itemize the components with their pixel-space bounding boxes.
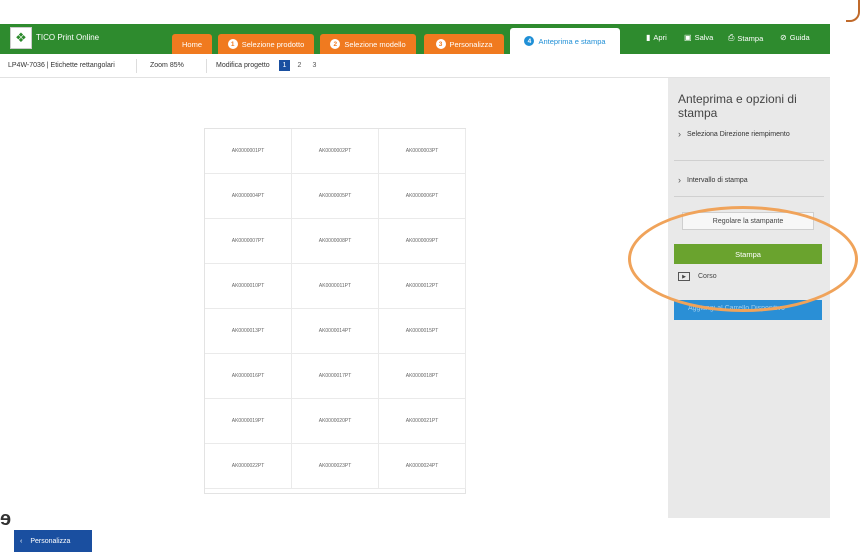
- label-cell[interactable]: AK0000003PT: [379, 129, 466, 174]
- label-cell[interactable]: AK0000006PT: [379, 174, 466, 219]
- save-button[interactable]: ▣ Salva: [684, 33, 713, 42]
- label-cell[interactable]: AK0000023PT: [292, 444, 379, 489]
- tab-selezione-prodotto[interactable]: 1 Selezione prodotto: [218, 34, 314, 54]
- page-button-3[interactable]: 3: [309, 60, 320, 71]
- panel-title: Anteprima e opzioni di stampa: [678, 92, 797, 120]
- help-icon: ⊘: [780, 33, 787, 42]
- label-cell[interactable]: AK0000007PT: [205, 219, 292, 264]
- tab-label: Personalizza: [449, 39, 493, 49]
- chevron-right-icon: ›: [678, 129, 681, 139]
- decorative-corner: [846, 0, 860, 22]
- label-cell[interactable]: AK0000017PT: [292, 354, 379, 399]
- label-cell[interactable]: AK0000010PT: [205, 264, 292, 309]
- step-number-badge: 3: [435, 39, 446, 49]
- highlight-annotation: [628, 206, 858, 312]
- step-number-badge: 4: [524, 36, 535, 46]
- label-cell[interactable]: AK0000005PT: [292, 174, 379, 219]
- tab-home[interactable]: Home: [172, 34, 212, 54]
- tab-label: Selezione prodotto: [241, 39, 305, 49]
- folder-icon: ▮: [646, 33, 651, 42]
- label-cell[interactable]: AK0000016PT: [205, 354, 292, 399]
- label-cell[interactable]: AK0000004PT: [205, 174, 292, 219]
- label-cell[interactable]: AK0000011PT: [292, 264, 379, 309]
- label-cell[interactable]: AK0000015PT: [379, 309, 466, 354]
- print-top-button[interactable]: ⎙ Stampa: [728, 33, 763, 43]
- save-icon: ▣: [684, 33, 692, 42]
- label-cell[interactable]: AK0000018PT: [379, 354, 466, 399]
- page-button-1[interactable]: 1: [279, 60, 290, 71]
- divider: [136, 59, 137, 73]
- step-number-badge: 1: [227, 39, 238, 49]
- app-title: TICO Print Online: [36, 33, 100, 42]
- back-label: Personalizza: [30, 537, 71, 545]
- tab-label: Selezione modello: [344, 39, 406, 49]
- top-bar: ❖ TICO Print Online Home 1 Selezione pro…: [0, 24, 830, 54]
- label-cell[interactable]: AK0000002PT: [292, 129, 379, 174]
- label-cell[interactable]: AK0000009PT: [379, 219, 466, 264]
- print-top-label: Stampa: [737, 33, 764, 43]
- chevron-left-icon: ‹: [20, 537, 23, 545]
- label-cell[interactable]: AK0000021PT: [379, 399, 466, 444]
- label-cell[interactable]: AK0000001PT: [205, 129, 292, 174]
- label-cell[interactable]: AK0000014PT: [292, 309, 379, 354]
- open-label: Apri: [653, 33, 667, 42]
- divider: [674, 160, 824, 161]
- tab-personalizza[interactable]: 3 Personalizza: [424, 34, 504, 54]
- label-cell[interactable]: AK0000022PT: [205, 444, 292, 489]
- help-label: Guida: [789, 33, 810, 42]
- label-cell[interactable]: AK0000012PT: [379, 264, 466, 309]
- option-label: Intervallo di stampa: [687, 177, 748, 184]
- option-label: Seleziona Direzione riempimento: [687, 131, 790, 138]
- label-cell[interactable]: AK0000013PT: [205, 309, 292, 354]
- divider: [206, 59, 207, 73]
- product-name: LP4W-7036 | Etichette rettangolari: [8, 62, 115, 69]
- chevron-right-icon: ›: [678, 175, 681, 185]
- print-range-option[interactable]: › Intervallo di stampa: [678, 176, 824, 185]
- tab-label: Home: [181, 39, 202, 49]
- preview-canvas: AK0000001PT AK0000002PT AK0000003PT AK00000…: [0, 78, 668, 518]
- modify-project-label: Modifica progetto: [216, 62, 270, 69]
- divider: [674, 196, 824, 197]
- page-button-2[interactable]: 2: [294, 60, 305, 71]
- tab-anteprima-e-stampa[interactable]: 4 Anteprima e stampa: [510, 28, 620, 54]
- label-sheet: AK0000001PT AK0000002PT AK0000003PT AK00000…: [204, 128, 466, 494]
- tab-selezione-modello[interactable]: 2 Selezione modello: [320, 34, 416, 54]
- label-cell[interactable]: AK0000019PT: [205, 399, 292, 444]
- sub-toolbar: LP4W-7036 | Etichette rettangolari Zoom …: [0, 54, 830, 78]
- save-label: Salva: [694, 33, 714, 42]
- zoom-level[interactable]: Zoom 85%: [150, 62, 184, 69]
- open-button[interactable]: ▮ Apri: [646, 33, 667, 42]
- label-cell[interactable]: AK0000020PT: [292, 399, 379, 444]
- label-cell[interactable]: AK0000024PT: [379, 444, 466, 489]
- step-number-badge: 2: [330, 39, 341, 49]
- decorative-mark: ɘ: [0, 508, 12, 530]
- tab-label: Anteprima e stampa: [538, 36, 606, 46]
- help-button[interactable]: ⊘ Guida: [780, 33, 810, 42]
- back-personalizza-button[interactable]: ‹ Personalizza: [14, 530, 92, 552]
- printer-icon: ⎙: [728, 33, 735, 42]
- tico-logo-icon: ❖: [10, 27, 32, 49]
- label-cell[interactable]: AK0000008PT: [292, 219, 379, 264]
- bottom-bar: [0, 518, 860, 554]
- fill-direction-option[interactable]: › Seleziona Direzione riempimento: [678, 130, 824, 139]
